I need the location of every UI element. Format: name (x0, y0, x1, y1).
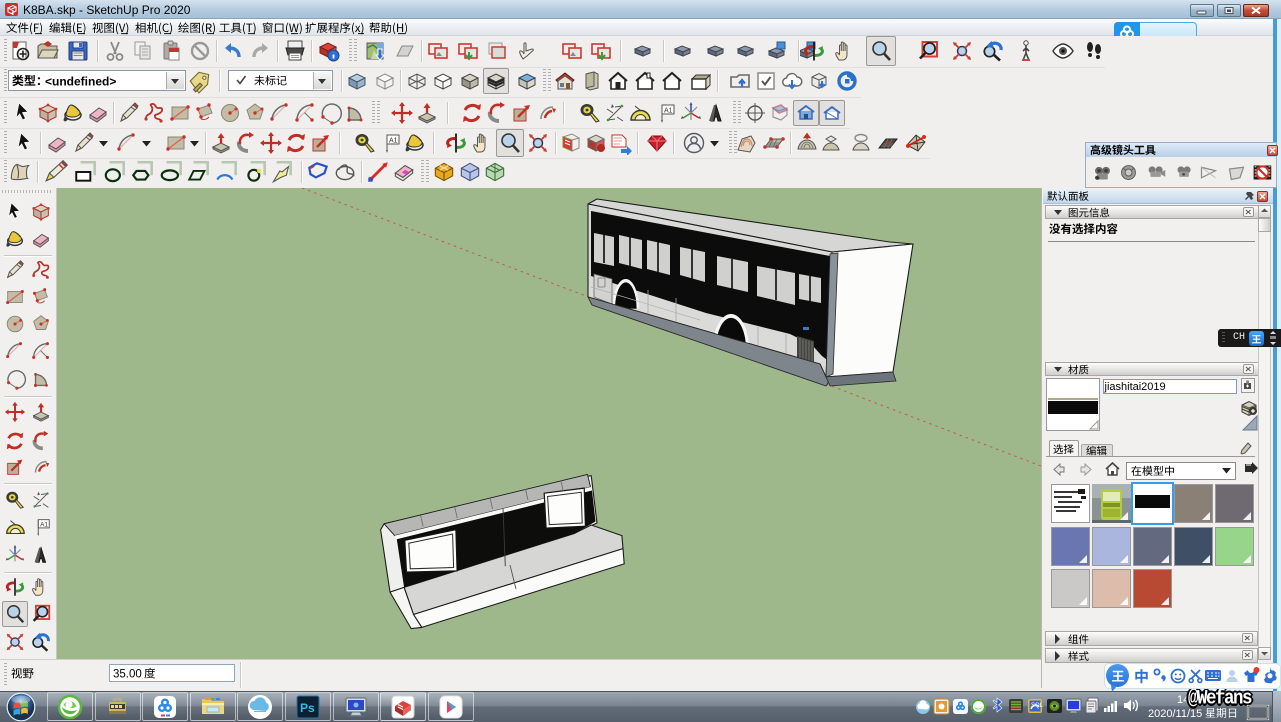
svg-text:<undefined>: <undefined> (45, 75, 116, 89)
svg-text:SQL: SQL (1031, 703, 1044, 709)
svg-text:35.00: 35.00 (113, 669, 142, 681)
